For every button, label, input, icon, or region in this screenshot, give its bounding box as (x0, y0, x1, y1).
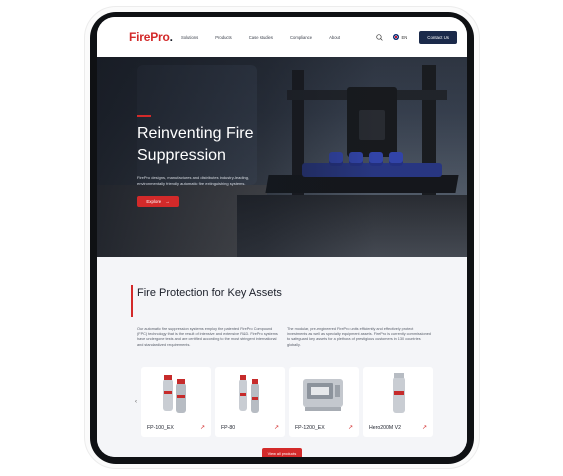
dual-cylinder-image (239, 375, 259, 413)
section-title: Fire Protection for Key Assets (137, 287, 282, 299)
top-navigation: FirePro. Solutions Products Case studies… (97, 17, 467, 57)
nav-links: Solutions Products Case studies Complian… (181, 35, 357, 40)
explore-button[interactable]: Explore → (137, 196, 179, 207)
contact-us-button[interactable]: Contact Us (419, 30, 457, 44)
nav-link-case-studies[interactable]: Case studies (249, 35, 273, 40)
product-name: FP-100_EX (147, 425, 174, 431)
arrow-right-icon: → (165, 199, 170, 204)
uk-flag-icon (393, 34, 400, 40)
explore-label: Explore (146, 199, 162, 204)
product-card[interactable]: FP-100_EX ↗ (141, 367, 211, 437)
section-paragraph-1: Our automatic fire suppression systems e… (137, 327, 278, 347)
section-paragraph-2: The modular, pre-engineered FirePro unit… (287, 327, 431, 347)
hero-banner: Reinventing Fire Suppression FirePro des… (97, 35, 467, 257)
product-name: FP-80 (221, 425, 236, 431)
dual-cylinder-image (163, 375, 186, 413)
search-icon[interactable] (376, 33, 384, 41)
product-name: Hero200M V2 (369, 425, 402, 431)
product-card[interactable]: FP-1200_EX ↗ (289, 367, 359, 437)
arrow-up-right-icon[interactable]: ↗ (422, 424, 427, 431)
section-accent-line (131, 285, 133, 317)
language-label: EN (401, 34, 408, 40)
firepro-logo[interactable]: FirePro. (129, 30, 181, 44)
language-selector[interactable]: EN (393, 34, 407, 40)
nav-link-compliance[interactable]: Compliance (290, 35, 312, 40)
logo-dot: . (169, 30, 173, 44)
product-name: FP-1200_EX (295, 425, 325, 431)
chevron-left-icon[interactable]: ‹ (135, 399, 137, 405)
nav-actions: EN Contact Us (376, 30, 457, 44)
mockup-stage: Reinventing Fire Suppression FirePro des… (0, 0, 563, 476)
box-unit-image (303, 379, 343, 411)
nav-link-solutions[interactable]: Solutions (181, 35, 198, 40)
arrow-up-right-icon[interactable]: ↗ (274, 424, 279, 431)
nav-link-about[interactable]: About (329, 35, 340, 40)
hero-title: Reinventing Fire Suppression (137, 125, 254, 164)
product-card[interactable]: Hero200M V2 ↗ (363, 367, 433, 437)
key-assets-section: Fire Protection for Key Assets Our autom… (97, 257, 467, 457)
arrow-up-right-icon[interactable]: ↗ (200, 424, 205, 431)
nav-link-products[interactable]: Products (215, 35, 232, 40)
logo-text: FirePro (129, 30, 170, 44)
arrow-up-right-icon[interactable]: ↗ (348, 424, 353, 431)
product-card[interactable]: FP-80 ↗ (215, 367, 285, 437)
hero-accent-line (137, 115, 151, 117)
hero-description: FirePro designs, manufactures and distri… (137, 175, 250, 186)
view-all-products-button[interactable]: View all products (262, 448, 302, 457)
single-cylinder-image (393, 373, 405, 413)
device-screen: Reinventing Fire Suppression FirePro des… (97, 17, 467, 457)
